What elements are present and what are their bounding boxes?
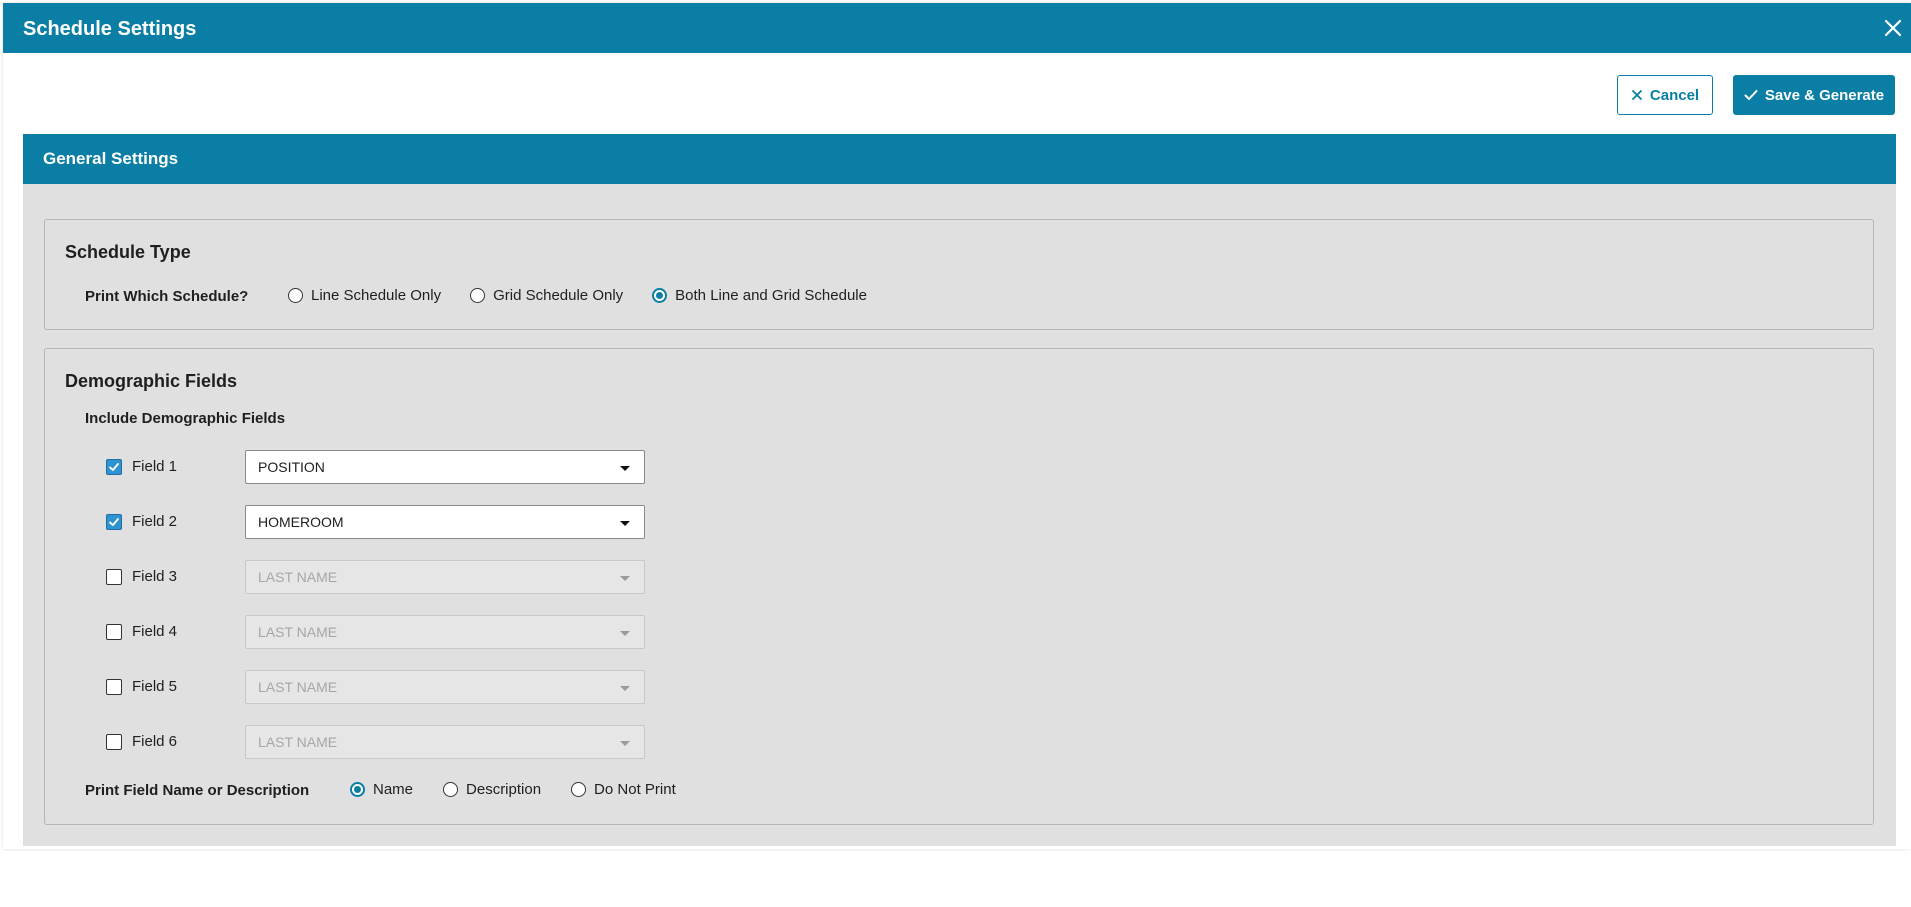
schedule-type-legend: Schedule Type: [65, 242, 191, 262]
radio-label: Name: [373, 781, 414, 798]
radio-button[interactable]: [652, 288, 668, 303]
field-5-checkbox[interactable]: [106, 679, 122, 695]
caret-down-icon: [620, 686, 630, 691]
cancel-button[interactable]: Cancel: [1617, 75, 1713, 115]
save-generate-label: Save & Generate: [1764, 86, 1885, 104]
radio-button[interactable]: [571, 782, 587, 797]
field-1-select[interactable]: POSITION: [245, 450, 645, 484]
close-icon[interactable]: [1881, 16, 1905, 40]
field-2-checkbox[interactable]: [106, 514, 122, 530]
field-5-label: Field 5: [132, 678, 178, 695]
field-5-select[interactable]: LAST NAME: [245, 670, 645, 704]
field-1-checkbox[interactable]: [106, 459, 122, 475]
radio-label: Description: [466, 781, 542, 798]
radio-button[interactable]: [470, 288, 486, 303]
general-settings-header: General Settings: [23, 134, 1896, 184]
general-settings-title: General Settings: [43, 149, 179, 168]
schedule-settings-dialog: Schedule Settings Cancel Save & Generate…: [3, 3, 1911, 849]
print-which-schedule-label: Print Which Schedule?: [85, 288, 249, 305]
include-demographic-fields-label: Include Demographic Fields: [85, 410, 286, 427]
radio-line-schedule-only[interactable]: Line Schedule Only: [288, 287, 441, 304]
caret-down-icon: [620, 631, 630, 636]
field-row-4: Field 4 LAST NAME: [106, 615, 666, 649]
schedule-type-radio-group: Line Schedule Only Grid Schedule Only Bo…: [288, 287, 867, 304]
field-row-6: Field 6 LAST NAME: [106, 725, 666, 759]
field-3-label: Field 3: [132, 568, 178, 585]
field-2-label: Field 2: [132, 513, 178, 530]
field-2-select[interactable]: HOMEROOM: [245, 505, 645, 539]
dialog-title: Schedule Settings: [23, 18, 197, 40]
radio-button[interactable]: [288, 288, 303, 303]
radio-label: Both Line and Grid Schedule: [675, 287, 867, 304]
radio-label: Do Not Print: [594, 781, 676, 798]
select-value: POSITION: [258, 459, 325, 475]
field-row-3: Field 3 LAST NAME: [106, 560, 666, 594]
field-6-select[interactable]: LAST NAME: [245, 725, 645, 759]
caret-down-icon: [620, 741, 630, 746]
field-4-label: Field 4: [132, 623, 178, 640]
field-row-5: Field 5 LAST NAME: [106, 670, 666, 704]
check-icon: [1744, 90, 1758, 100]
select-value: LAST NAME: [258, 624, 338, 640]
field-1-label: Field 1: [132, 458, 178, 475]
schedule-type-section: Schedule Type Print Which Schedule? Line…: [44, 219, 1874, 330]
radio-description[interactable]: Description: [443, 781, 541, 798]
general-settings-panel: General Settings Schedule Type Print Whi…: [23, 134, 1896, 846]
field-3-checkbox[interactable]: [106, 569, 122, 585]
select-value: LAST NAME: [258, 734, 338, 750]
field-3-select[interactable]: LAST NAME: [245, 560, 645, 594]
save-generate-button[interactable]: Save & Generate: [1733, 75, 1895, 115]
field-6-checkbox[interactable]: [106, 734, 122, 750]
print-field-name-label: Print Field Name or Description: [85, 782, 310, 799]
x-icon: [1631, 90, 1642, 100]
radio-label: Grid Schedule Only: [493, 287, 624, 304]
print-field-radio-group: Name Description Do Not Print: [350, 781, 676, 798]
field-4-select[interactable]: LAST NAME: [245, 615, 645, 649]
radio-name[interactable]: Name: [350, 781, 413, 798]
radio-do-not-print[interactable]: Do Not Print: [571, 781, 676, 798]
select-value: HOMEROOM: [258, 514, 344, 530]
caret-down-icon: [620, 576, 630, 581]
demographic-fields-section: Demographic Fields Include Demographic F…: [44, 348, 1874, 825]
select-value: LAST NAME: [258, 569, 338, 585]
field-4-checkbox[interactable]: [106, 624, 122, 640]
dialog-title-bar: Schedule Settings: [3, 3, 1911, 53]
field-6-label: Field 6: [132, 733, 178, 750]
field-row-1: Field 1 POSITION: [106, 450, 666, 484]
radio-button[interactable]: [350, 782, 365, 797]
radio-grid-schedule-only[interactable]: Grid Schedule Only: [470, 287, 623, 304]
demographic-fields-legend: Demographic Fields: [65, 371, 238, 391]
radio-button[interactable]: [443, 782, 459, 797]
caret-down-icon: [620, 521, 630, 526]
radio-label: Line Schedule Only: [311, 287, 442, 304]
field-row-2: Field 2 HOMEROOM: [106, 505, 666, 539]
radio-both-line-and-grid[interactable]: Both Line and Grid Schedule: [652, 287, 867, 304]
caret-down-icon: [620, 466, 630, 471]
cancel-label: Cancel: [1649, 86, 1700, 104]
select-value: LAST NAME: [258, 679, 338, 695]
